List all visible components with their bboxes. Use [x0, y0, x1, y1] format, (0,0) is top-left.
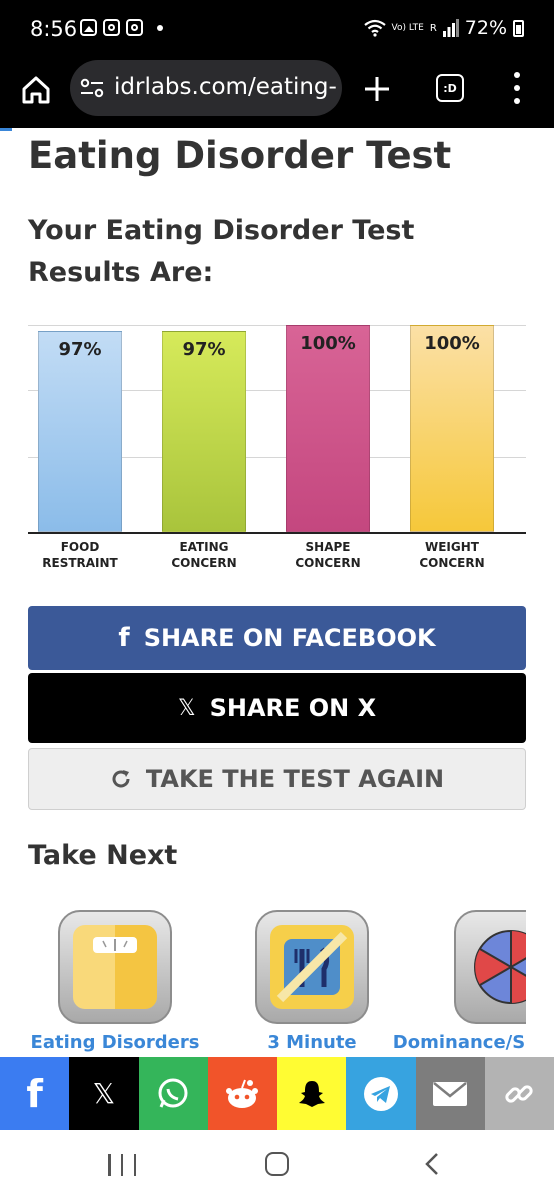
page-title: Eating Disorder Test [28, 134, 452, 177]
chart-category-line: CONCERN [171, 556, 237, 570]
chart-category-line: EATING [179, 540, 229, 554]
pie-wheel-icon[interactable] [454, 910, 526, 1024]
share-email-icon[interactable] [415, 1057, 485, 1130]
chart-bar [286, 325, 370, 532]
recent-apps-icon[interactable] [108, 1154, 136, 1176]
chart-category-line: WEIGHT [425, 540, 479, 554]
next-test-label[interactable]: Dominance/S [359, 1032, 526, 1053]
battery-icon [513, 19, 524, 37]
chart-category-line: SHAPE [305, 540, 351, 554]
address-bar[interactable]: idrlabs.com/eating-c [70, 60, 342, 116]
back-icon[interactable] [424, 1152, 440, 1176]
chart-category-label: EATING CONCERN [144, 539, 264, 571]
share-snapchat-icon[interactable] [277, 1057, 347, 1130]
share-facebook-icon[interactable]: f [0, 1057, 70, 1130]
chart-category-line: RESTRAINT [42, 556, 118, 570]
chart-value-label: 97% [182, 339, 226, 361]
tab-switcher-icon[interactable]: :D [436, 74, 464, 102]
home-icon[interactable] [20, 74, 52, 106]
social-share-bar: f 𝕏 [0, 1057, 554, 1130]
chart-bar [162, 331, 246, 532]
chart-bar [410, 325, 494, 532]
roaming-indicator: R [429, 22, 437, 34]
chart-category-line: CONCERN [295, 556, 361, 570]
chart-baseline [28, 532, 526, 534]
site-settings-icon[interactable] [80, 78, 104, 98]
retake-test-button[interactable]: TAKE THE TEST AGAIN [28, 748, 526, 810]
chart-category-line: CONCERN [419, 556, 485, 570]
lte-indicator: Vo) LTE [391, 22, 424, 33]
chart-category-label: WEIGHT CONCERN [392, 539, 512, 571]
more-notifications-dot-icon [157, 24, 163, 31]
notification-icons [80, 19, 163, 36]
refresh-icon [112, 770, 130, 788]
instagram-icon [126, 19, 143, 36]
chart-category-label: SHAPE CONCERN [268, 539, 388, 571]
home-button-icon[interactable] [265, 1152, 289, 1176]
share-x-label: SHARE ON X [209, 694, 377, 722]
url-text[interactable]: idrlabs.com/eating-c [114, 74, 336, 100]
status-right: Vo) LTE R 72% [363, 17, 524, 39]
facebook-icon: f [118, 623, 130, 653]
battery-percent: 72% [464, 17, 507, 39]
chart-category-line: FOOD [60, 540, 100, 554]
no-food-icon[interactable] [255, 910, 369, 1024]
x-logo-icon: 𝕏 [177, 695, 196, 721]
page-load-progress [0, 128, 12, 131]
copy-link-icon[interactable] [484, 1057, 554, 1130]
share-x-icon[interactable]: 𝕏 [69, 1057, 139, 1130]
share-facebook-label: SHARE ON FACEBOOK [143, 624, 436, 652]
share-reddit-icon[interactable] [207, 1057, 277, 1130]
retake-test-label: TAKE THE TEST AGAIN [145, 765, 445, 793]
results-heading: Your Eating Disorder Test Results Are: [28, 215, 415, 288]
share-whatsapp-icon[interactable] [138, 1057, 208, 1130]
share-x-button[interactable]: 𝕏 SHARE ON X [28, 673, 526, 743]
chart-value-label: 100% [424, 333, 480, 354]
signal-icon [442, 19, 459, 37]
take-next-carousel[interactable]: Eating Disorders 3 Minute Dominance/S [0, 900, 526, 1060]
chart-value-label: 97% [58, 339, 102, 361]
more-options-icon[interactable] [510, 72, 524, 104]
chart-value-label: 100% [300, 333, 356, 354]
system-navigation-bar [0, 1130, 554, 1200]
share-telegram-icon[interactable] [346, 1057, 416, 1130]
share-facebook-button[interactable]: f SHARE ON FACEBOOK [28, 606, 526, 670]
status-time: 8:56 [30, 17, 78, 41]
gallery-icon [80, 19, 97, 36]
status-bar: 8:56 Vo) LTE R 72% [0, 0, 554, 58]
chart-category-label: FOOD RESTRAINT [20, 539, 140, 571]
wifi-icon [363, 19, 386, 37]
new-tab-icon[interactable] [362, 74, 392, 104]
instagram-icon [103, 19, 120, 36]
chart-bar [38, 331, 122, 532]
results-chart: 97% FOOD RESTRAINT 97% EATING CONCERN 100% SHAP… [28, 320, 526, 582]
tab-switcher-label: :D [443, 81, 457, 95]
scale-icon[interactable] [58, 910, 172, 1024]
take-next-heading: Take Next [28, 840, 178, 871]
next-test-label[interactable]: Eating Disorders [15, 1032, 215, 1053]
browser-toolbar: idrlabs.com/eating-c :D [0, 58, 554, 128]
